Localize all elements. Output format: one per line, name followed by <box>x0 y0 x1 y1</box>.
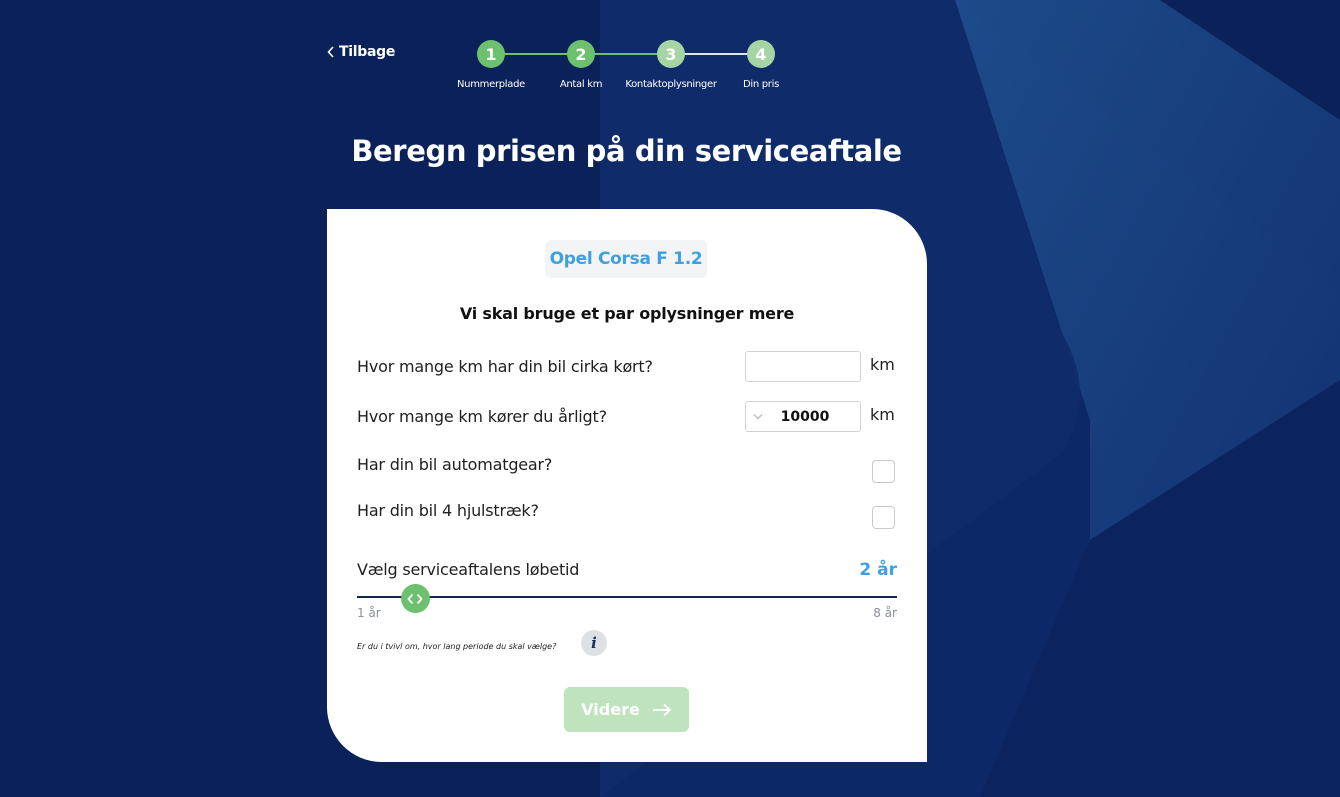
step-number: 1 <box>477 40 505 68</box>
form-subtitle: Vi skal bruge et par oplysninger mere <box>459 304 795 323</box>
car-model-badge: Opel Corsa F 1.2 <box>545 240 707 278</box>
drag-arrows-icon <box>407 593 424 604</box>
total-km-field <box>745 351 861 382</box>
step-din-pris: 4 Din pris <box>709 40 813 90</box>
yearly-km-value: 10000 <box>780 408 830 425</box>
step-number: 4 <box>747 40 775 68</box>
info-icon: i <box>591 634 597 652</box>
step-label: Din pris <box>742 79 780 90</box>
service-form-card: Opel Corsa F 1.2 Vi skal bruge et par op… <box>327 209 927 762</box>
next-button[interactable]: Videre <box>564 687 689 732</box>
duration-max-label: 8 år <box>873 606 897 620</box>
arrow-right-icon <box>652 703 672 716</box>
total-km-unit: km <box>870 355 895 374</box>
yearly-km-select[interactable]: 10000 <box>745 401 861 432</box>
awd-checkbox[interactable] <box>872 506 895 529</box>
duration-hint: Er du i tvivl om, hvor lang periode du s… <box>357 642 557 651</box>
info-button[interactable]: i <box>581 630 607 656</box>
step-nummerplade: 1 Nummerplade <box>439 40 543 90</box>
automatic-gear-checkbox[interactable] <box>872 460 895 483</box>
awd-label: Har din bil 4 hjulstræk? <box>357 501 539 520</box>
duration-slider-handle[interactable] <box>400 584 430 613</box>
total-km-input[interactable] <box>746 352 860 381</box>
chevron-left-icon <box>327 46 334 58</box>
yearly-km-label: Hvor mange km kører du årligt? <box>357 407 607 426</box>
next-button-label: Videre <box>581 700 640 719</box>
step-number: 2 <box>567 40 595 68</box>
progress-stepper: 1 Nummerplade 2 Antal km 3 Kontaktoplysn… <box>440 40 820 100</box>
duration-value: 2 år <box>859 560 897 580</box>
automatic-gear-label: Har din bil automatgear? <box>357 455 553 474</box>
step-kontaktoplysninger: 3 Kontaktoplysninger <box>619 40 723 90</box>
duration-min-label: 1 år <box>357 606 381 620</box>
duration-label: Vælg serviceaftalens løbetid <box>357 560 580 579</box>
step-label: Nummerplade <box>456 79 526 90</box>
yearly-km-unit: km <box>870 405 895 424</box>
step-label: Antal km <box>559 79 603 90</box>
step-label: Kontaktoplysninger <box>625 79 717 90</box>
step-antal-km: 2 Antal km <box>529 40 633 90</box>
total-km-label: Hvor mange km har din bil cirka kørt? <box>357 357 653 376</box>
step-number: 3 <box>657 40 685 68</box>
duration-slider-track[interactable] <box>357 596 897 598</box>
back-link[interactable]: Tilbage <box>327 44 395 60</box>
chevron-down-icon <box>753 414 763 420</box>
back-label: Tilbage <box>339 44 396 60</box>
page-title: Beregn prisen på din serviceaftale <box>351 134 902 168</box>
